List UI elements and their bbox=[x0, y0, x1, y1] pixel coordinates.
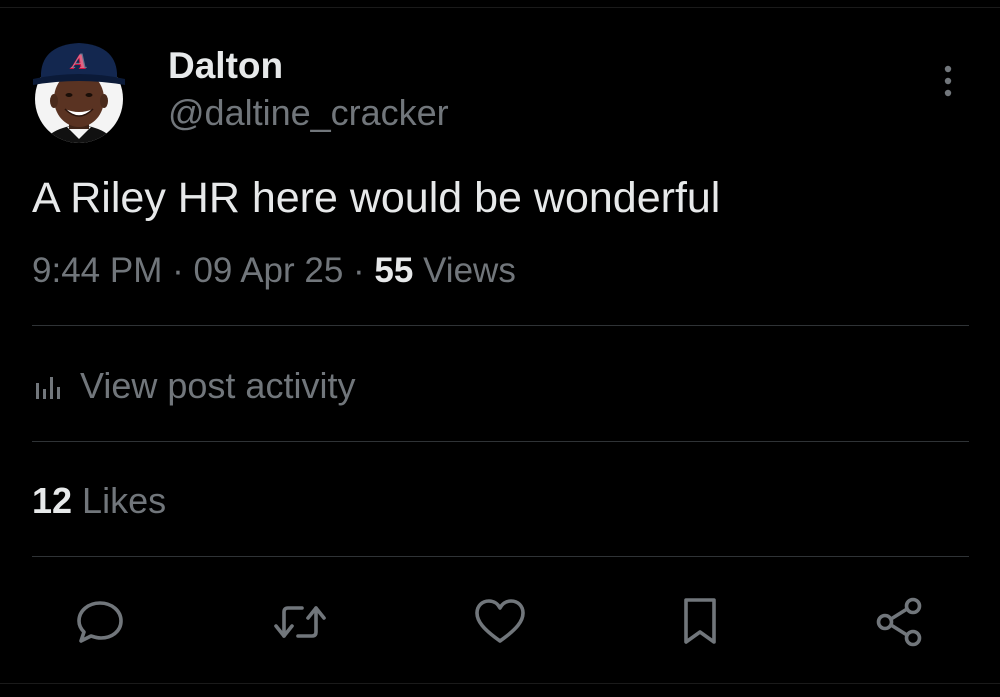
views-count: 55 bbox=[374, 251, 414, 290]
top-divider bbox=[0, 7, 1000, 8]
post-date[interactable]: 09 Apr 25 bbox=[193, 251, 343, 290]
repost-icon bbox=[274, 606, 326, 638]
divider bbox=[32, 556, 969, 557]
likes-count: 12 bbox=[32, 480, 73, 521]
share-button[interactable] bbox=[872, 594, 928, 650]
post-text: A Riley HR here would be wonderful bbox=[32, 174, 721, 222]
post-detail-view: A A Dalton @daltine_cracker A Riley HR h… bbox=[0, 0, 1000, 697]
more-options-button[interactable] bbox=[932, 60, 964, 102]
view-post-activity-button[interactable]: View post activity bbox=[32, 362, 355, 410]
avatar[interactable]: A A bbox=[31, 39, 127, 145]
views-label: Views bbox=[413, 251, 516, 290]
post-meta: 9:44 PM · 09 Apr 25 · 55 Views bbox=[32, 248, 516, 294]
repost-button[interactable] bbox=[272, 594, 328, 650]
bookmark-button[interactable] bbox=[672, 594, 728, 650]
bottom-divider bbox=[0, 683, 1000, 684]
divider bbox=[32, 441, 969, 442]
user-handle[interactable]: @daltine_cracker bbox=[168, 90, 449, 136]
meta-separator: · bbox=[343, 251, 375, 290]
reply-button[interactable] bbox=[72, 594, 128, 650]
likes-label: Likes bbox=[72, 480, 167, 521]
like-button[interactable] bbox=[472, 594, 528, 650]
view-post-activity-label: View post activity bbox=[80, 365, 356, 406]
analytics-icon bbox=[36, 377, 60, 399]
bookmark-icon bbox=[684, 598, 716, 644]
meta-separator: · bbox=[162, 251, 194, 290]
likes-count-link[interactable]: 12 Likes bbox=[32, 478, 166, 524]
avatar-photo-icon: A A bbox=[33, 43, 125, 143]
share-icon bbox=[876, 597, 922, 647]
reply-icon bbox=[77, 601, 123, 643]
svg-text:A: A bbox=[70, 49, 88, 73]
more-vertical-icon bbox=[944, 65, 952, 97]
heart-icon bbox=[475, 599, 525, 643]
display-name[interactable]: Dalton bbox=[168, 43, 283, 89]
divider bbox=[32, 325, 969, 326]
post-time[interactable]: 9:44 PM bbox=[32, 251, 162, 290]
